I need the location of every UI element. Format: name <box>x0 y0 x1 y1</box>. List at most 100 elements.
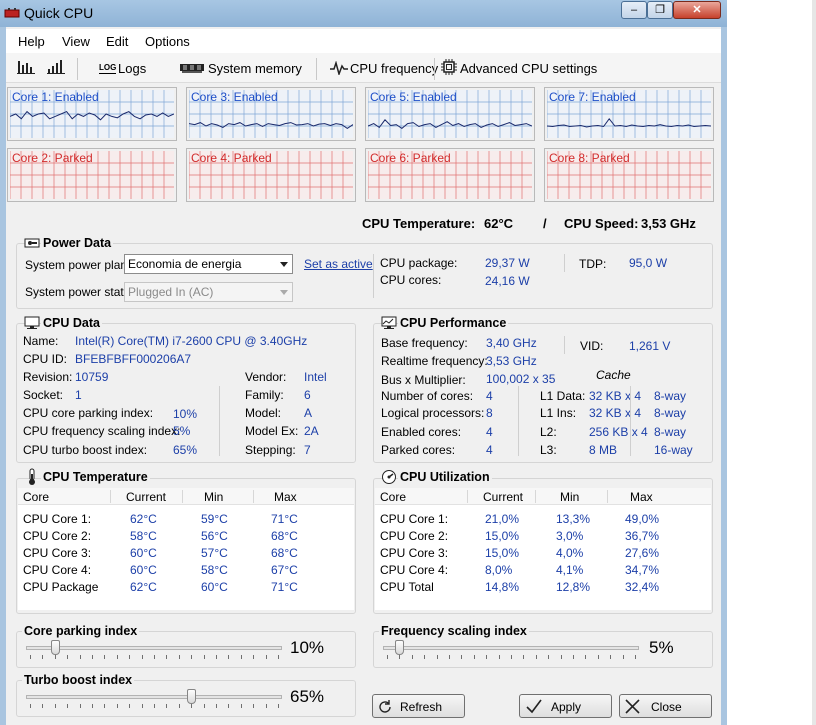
slider-track[interactable] <box>26 646 282 650</box>
freq-scaling-index-value: 5% <box>173 424 191 438</box>
menu-edit[interactable]: Edit <box>106 34 128 49</box>
slider-tick <box>54 655 56 659</box>
apply-button[interactable]: Apply <box>519 694 612 718</box>
close-window-button[interactable]: ✕ <box>673 1 721 19</box>
slider-thumb[interactable] <box>395 640 405 655</box>
cell-current: 21,0% <box>485 512 520 526</box>
memory-module-icon[interactable] <box>180 62 204 74</box>
column-header[interactable]: Min <box>204 490 223 504</box>
slider-tick <box>523 655 525 659</box>
chevron-down-icon <box>280 262 288 267</box>
bar-chart-2-icon[interactable] <box>47 59 65 75</box>
slider-tick <box>141 655 143 659</box>
slider-tick <box>573 655 574 659</box>
column-header[interactable]: Max <box>274 490 297 504</box>
slider-tick <box>635 655 636 659</box>
model-value: A <box>304 406 313 420</box>
slider-tick <box>104 655 106 659</box>
slider-tick <box>610 655 612 659</box>
advanced-settings-button[interactable]: Advanced CPU settings <box>460 61 597 76</box>
slider-track[interactable] <box>26 695 282 699</box>
vendor-value: Intel <box>304 370 327 384</box>
power-state-select: Plugged In (AC) <box>124 282 293 302</box>
refresh-icon <box>379 700 391 713</box>
family-label: Family: <box>245 388 284 402</box>
bus-multiplier-label: Bus x Multiplier: <box>381 373 466 387</box>
slider-tick <box>203 655 205 659</box>
cell-current: 8,0% <box>485 563 513 577</box>
slider-tick <box>486 655 488 659</box>
maximize-button[interactable]: ❐ <box>647 1 673 19</box>
set-as-active-link[interactable]: Set as active <box>304 257 373 271</box>
base-frequency-label: Base frequency: <box>381 336 468 350</box>
slider-tick <box>424 655 426 659</box>
core-graph-1-label: Core 1: Enabled <box>12 90 99 104</box>
cell-current: 62°C <box>130 512 157 526</box>
cpu-chip-icon[interactable] <box>441 59 457 75</box>
minimize-button[interactable]: ‒ <box>621 1 647 19</box>
slider-track[interactable] <box>383 646 639 650</box>
apply-button-label: Apply <box>551 700 582 714</box>
stepping-label: Stepping: <box>245 443 296 457</box>
turbo-boost-slider[interactable] <box>26 689 282 709</box>
close-button[interactable]: Close <box>619 694 712 718</box>
column-header[interactable]: Max <box>630 490 653 504</box>
core-parking-slider-value: 10% <box>290 638 325 657</box>
window-title: Quick CPU <box>24 5 94 21</box>
slider-tick <box>240 655 242 659</box>
tdp-label: TDP: <box>579 257 607 271</box>
menu-view[interactable]: View <box>62 34 90 49</box>
slider-tick <box>30 655 31 659</box>
power-plan-select[interactable]: Economia de energia <box>124 254 293 274</box>
slider-tick <box>436 655 438 659</box>
column-header[interactable]: Core <box>23 490 49 504</box>
core-graph-4-label: Core 4: Parked <box>191 151 272 165</box>
base-frequency-value: 3,40 GHz <box>486 336 537 350</box>
title-bar[interactable]: Quick CPU ‒ ❐ ✕ <box>0 0 727 27</box>
cache-l2-size: 256 KB x 4 <box>589 425 648 439</box>
cell-max: 68°C <box>271 546 298 560</box>
core-parking-slider-title: Core parking index <box>22 624 140 638</box>
slider-tick <box>203 704 205 708</box>
logs-button[interactable]: Logs <box>118 61 146 76</box>
cpu-utilization-table[interactable]: Core Current Min Max CPU Core 1: 21,0% 1… <box>375 488 711 610</box>
bar-chart-icon[interactable] <box>17 59 35 75</box>
core-graph-2-label: Core 2: Parked <box>12 151 93 165</box>
slider-tick <box>216 655 217 659</box>
frequency-scaling-slider-title: Frequency scaling index <box>379 624 529 638</box>
cell-min: 58°C <box>201 563 228 577</box>
logs-icon[interactable]: LOG <box>99 63 117 74</box>
cell-max: 71°C <box>271 580 298 594</box>
cell-core: CPU Core 3: <box>380 546 449 560</box>
core-parking-slider[interactable] <box>26 640 282 660</box>
checkmark-icon <box>526 699 542 714</box>
column-header[interactable]: Current <box>126 490 166 504</box>
column-header[interactable]: Current <box>483 490 523 504</box>
cell-core: CPU Core 3: <box>23 546 92 560</box>
slider-tick <box>79 704 81 708</box>
model-ex-label: Model Ex: <box>245 424 299 438</box>
refresh-button[interactable]: Refresh <box>372 694 465 718</box>
slider-tick <box>104 704 106 708</box>
power-state-value: Plugged In (AC) <box>128 285 214 299</box>
cell-current: 15,0% <box>485 546 520 560</box>
column-header[interactable]: Min <box>560 490 579 504</box>
pulse-icon[interactable] <box>330 61 348 75</box>
cpu-frequency-button[interactable]: CPU frequency <box>350 61 438 76</box>
cache-l1-ins-label: L1 Ins: <box>540 406 577 420</box>
system-memory-button[interactable]: System memory <box>208 61 302 76</box>
cpu-temperature-table[interactable]: Core Current Min Max CPU Core 1: 62°C 59… <box>18 488 354 610</box>
column-separator <box>182 490 183 503</box>
slider-thumb[interactable] <box>50 640 60 655</box>
power-plan-label: System power plan: <box>25 258 131 272</box>
menu-help[interactable]: Help <box>18 34 45 49</box>
frequency-scaling-slider[interactable] <box>383 640 639 660</box>
vid-label: VID: <box>580 339 604 353</box>
menu-options[interactable]: Options <box>145 34 190 49</box>
slider-tick <box>129 655 131 659</box>
slider-tick <box>622 655 624 659</box>
thermometer-icon <box>29 468 35 485</box>
slider-thumb[interactable] <box>186 689 196 704</box>
column-header[interactable]: Core <box>380 490 406 504</box>
power-divider <box>564 254 565 272</box>
